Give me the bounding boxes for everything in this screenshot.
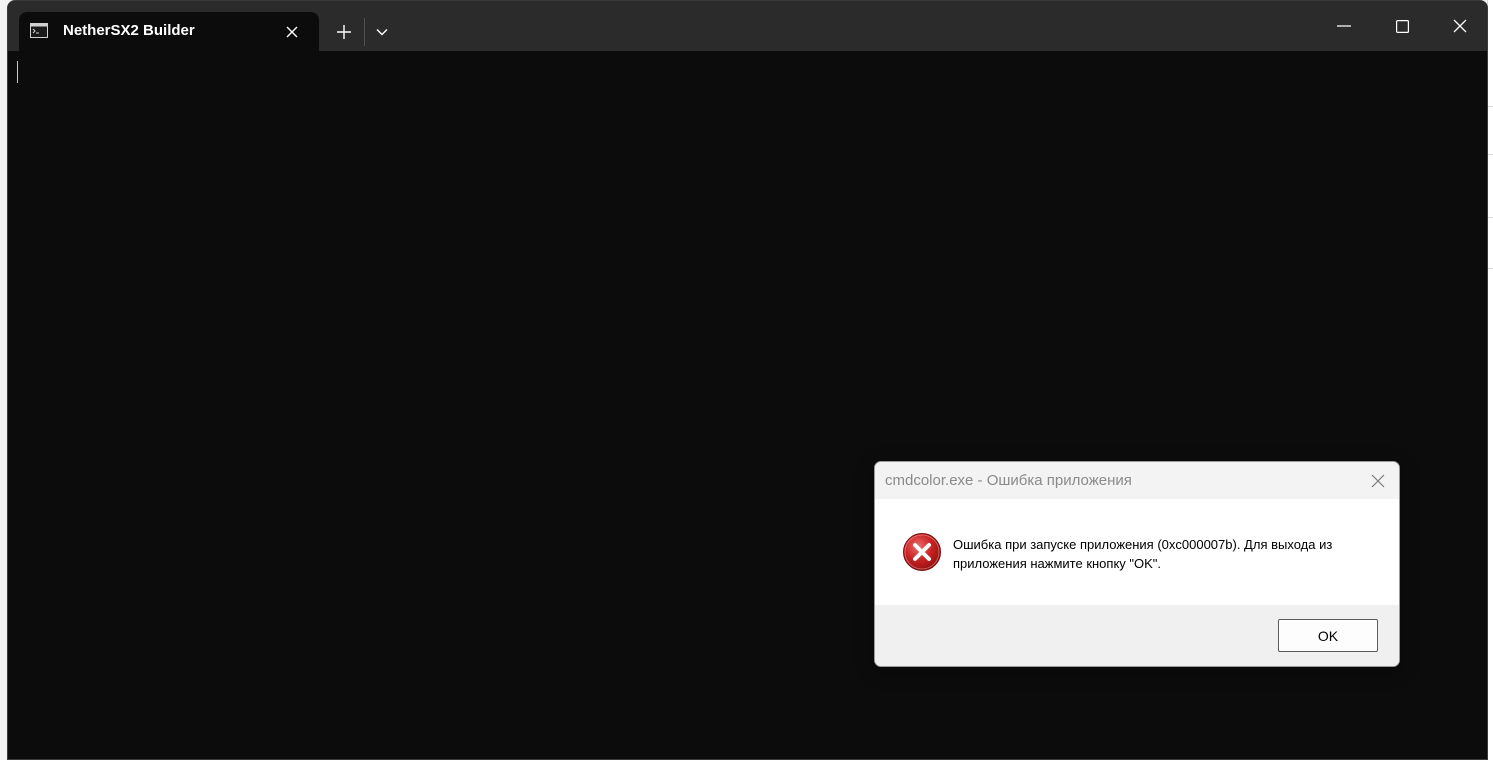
maximize-button[interactable] bbox=[1373, 1, 1431, 51]
dialog-message: Ошибка при запуске приложения (0xc000007… bbox=[953, 537, 1333, 571]
plus-icon bbox=[337, 25, 351, 39]
maximize-icon bbox=[1395, 19, 1409, 33]
close-icon bbox=[286, 26, 298, 38]
terminal-titlebar: NetherSX2 Builder bbox=[8, 1, 1487, 51]
dialog-titlebar: cmdcolor.exe - Ошибка приложения bbox=[875, 462, 1399, 499]
text-cursor bbox=[17, 61, 18, 83]
dialog-body: Ошибка при запуске приложения (0xc000007… bbox=[875, 499, 1399, 605]
desktop-divider bbox=[1488, 106, 1493, 107]
desktop-divider bbox=[1488, 268, 1493, 269]
dialog-footer: OK bbox=[875, 605, 1399, 666]
new-tab-button[interactable] bbox=[329, 17, 359, 47]
desktop-divider bbox=[1488, 154, 1493, 155]
error-icon bbox=[902, 532, 942, 572]
desktop-divider bbox=[1488, 217, 1493, 218]
minimize-button[interactable] bbox=[1315, 1, 1373, 51]
close-icon bbox=[1371, 474, 1385, 488]
console-icon bbox=[30, 23, 48, 38]
minimize-icon bbox=[1337, 25, 1351, 27]
dialog-title: cmdcolor.exe - Ошибка приложения bbox=[885, 472, 1132, 489]
tab-close-button[interactable] bbox=[281, 21, 303, 43]
ok-button[interactable]: OK bbox=[1278, 619, 1378, 652]
close-icon bbox=[1453, 19, 1467, 33]
dialog-close-button[interactable] bbox=[1365, 468, 1391, 494]
tab-title: NetherSX2 Builder bbox=[63, 22, 195, 39]
window-close-button[interactable] bbox=[1431, 1, 1487, 51]
tab-dropdown-button[interactable] bbox=[367, 17, 397, 47]
terminal-tab[interactable]: NetherSX2 Builder bbox=[19, 12, 319, 51]
chevron-down-icon bbox=[376, 29, 388, 36]
tab-separator bbox=[364, 18, 365, 46]
error-dialog: cmdcolor.exe - Ошибка приложения Ошибка … bbox=[874, 461, 1400, 667]
